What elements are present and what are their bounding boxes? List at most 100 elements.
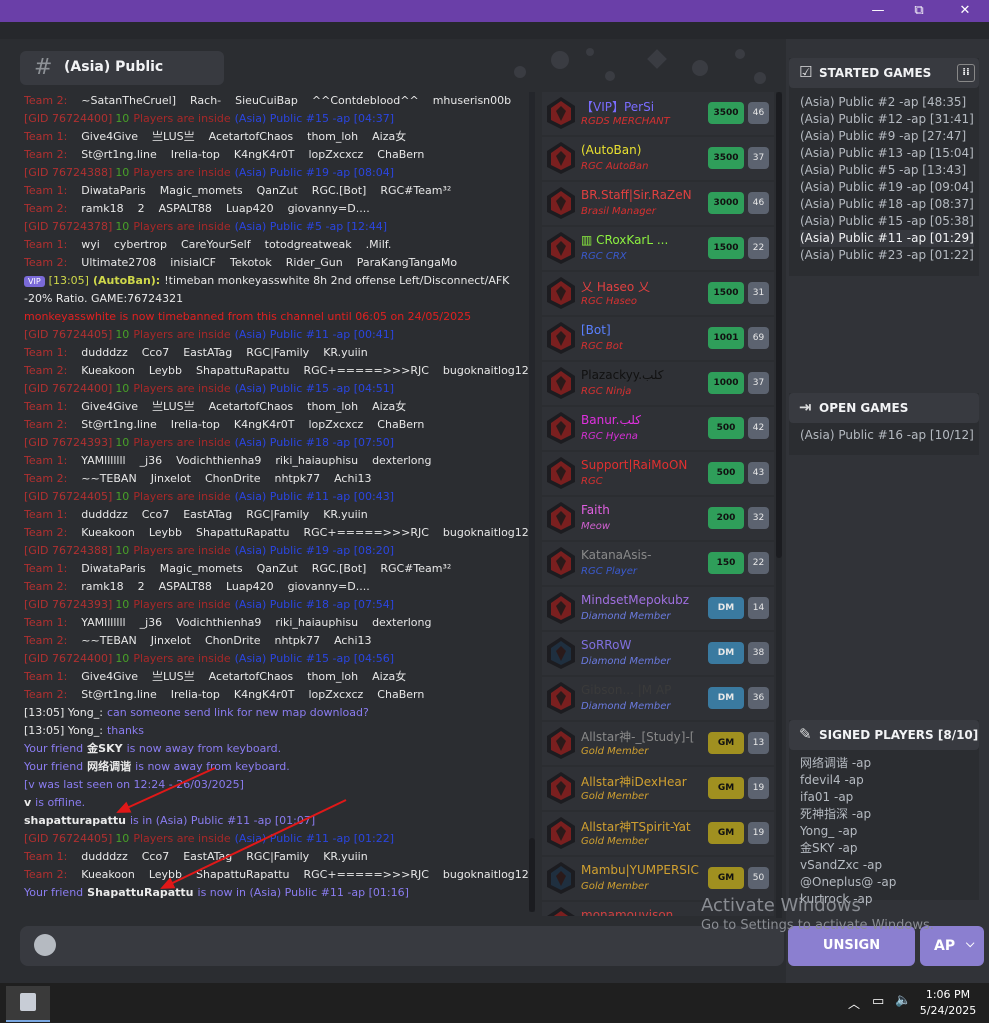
player-name[interactable]: RGC+=====>>>RJC (304, 364, 429, 377)
game-name[interactable]: (Asia) Public #15 -ap [04:37] (235, 112, 394, 125)
player-name[interactable]: totodgreatweak (265, 238, 352, 251)
player-name[interactable]: DiwataParis (81, 184, 146, 197)
taskbar-app-button[interactable] (6, 986, 50, 1022)
player-name[interactable]: nhtpk77 (274, 472, 320, 485)
player-name[interactable]: Vodichthienha9 (176, 616, 261, 629)
player-name[interactable]: 亗LUS亗 (152, 670, 195, 683)
player-name[interactable]: K4ngK4r0T (234, 418, 295, 431)
player-name[interactable]: ChaBern (377, 418, 424, 431)
player-name[interactable]: Ultimate2708 (81, 256, 156, 269)
player-name[interactable]: .Milf. (366, 238, 392, 251)
player-name[interactable]: dexterlong (372, 454, 431, 467)
game-name[interactable]: (Asia) Public #19 -ap [08:20] (235, 544, 394, 557)
player-row[interactable]: MindsetMepokubz Diamond Member DM 14 (542, 587, 774, 630)
game-name[interactable]: (Asia) Public #15 -ap [04:56] (235, 652, 394, 665)
player-name[interactable]: ChonDrite (205, 634, 260, 647)
player-row[interactable]: Allstar神TSpirit-Yat Gold Member GM 19 (542, 812, 774, 855)
player-name[interactable]: K4ngK4r0T (234, 688, 295, 701)
friend-name[interactable]: 金SKY (87, 742, 122, 755)
player-name[interactable]: Jinxelot (151, 472, 191, 485)
player-name[interactable]: Cco7 (142, 346, 169, 359)
player-scroll-thumb[interactable] (776, 92, 782, 558)
player-name[interactable]: 2 (138, 580, 145, 593)
player-name[interactable]: thom_loh (307, 400, 358, 413)
player-name[interactable]: bugoknaitlog123 (443, 364, 534, 377)
friend-name[interactable]: v (24, 796, 31, 809)
player-name[interactable]: lopZxcxcz (308, 418, 363, 431)
player-name[interactable]: giovanny=D.... (288, 580, 370, 593)
player-name[interactable]: Leybb (149, 526, 182, 539)
player-name[interactable]: thom_loh (307, 670, 358, 683)
player-list[interactable]: 【VIP】PerSi RGDS MERCHANT 3500 46 (AutoBan) RG… (542, 92, 774, 916)
player-name[interactable]: ~SatanTheCruel] (81, 94, 176, 107)
player-name[interactable]: Rider_Gun (286, 256, 343, 269)
player-name[interactable]: cybertrop (114, 238, 167, 251)
player-name[interactable]: mhuserisn00b (433, 94, 511, 107)
close-button[interactable]: ✕ (943, 0, 987, 22)
chat-scroll-thumb[interactable] (529, 838, 535, 912)
player-name[interactable]: Vodichthienha9 (176, 454, 261, 467)
player-name[interactable]: Cco7 (142, 508, 169, 521)
player-name[interactable]: Aiza女 (372, 670, 406, 683)
player-row[interactable]: Gibson... |M AP Diamond Member DM 36 (542, 677, 774, 720)
minimize-button[interactable]: — (856, 0, 900, 22)
player-name[interactable]: ~~TEBAN (81, 634, 136, 647)
player-row[interactable]: Allstar神-_[Study]-[Gold Member GM 13 (542, 722, 774, 765)
player-row[interactable]: [Bot] RGC Bot 1001 69 (542, 317, 774, 360)
player-name[interactable]: Magic_momets (160, 184, 243, 197)
player-name[interactable]: ~~TEBAN (81, 472, 136, 485)
player-name[interactable]: _j36 (140, 454, 163, 467)
player-name[interactable]: RGC#Team³² (380, 562, 451, 575)
player-name[interactable]: CareYourSelf (181, 238, 251, 251)
player-name[interactable]: ChaBern (377, 688, 424, 701)
player-name[interactable]: 亗LUS亗 (152, 400, 195, 413)
player-name[interactable]: Luap420 (226, 580, 274, 593)
game-name[interactable]: (Asia) Public #5 -ap [12:44] (235, 220, 387, 233)
player-row[interactable]: 【VIP】PerSi RGDS MERCHANT 3500 46 (542, 92, 774, 135)
player-name[interactable]: Give4Give (81, 400, 138, 413)
player-name[interactable]: Give4Give (81, 670, 138, 683)
collapse-icon[interactable]: ⁞⁞ (957, 64, 975, 82)
player-name[interactable]: ChaBern (377, 148, 424, 161)
player-name[interactable]: bugoknaitlog123 (443, 868, 534, 881)
volume-icon[interactable]: 🔈 (895, 993, 911, 1008)
player-name[interactable]: Aiza女 (372, 130, 406, 143)
player-name[interactable]: Irelia-top (171, 418, 220, 431)
player-row[interactable]: SoRRoW Diamond Member DM 38 (542, 632, 774, 675)
player-name[interactable]: nhtpk77 (274, 634, 320, 647)
player-name[interactable]: RGC.[Bot] (312, 562, 367, 575)
signed-item[interactable]: 网络调谐 -ap (800, 755, 896, 772)
player-row[interactable]: (AutoBan) RGC AutoBan 3500 37 (542, 137, 774, 180)
player-name[interactable]: dudddzz (81, 508, 127, 521)
player-name[interactable]: RGC|Family (246, 508, 309, 521)
player-name[interactable]: QanZut (257, 562, 298, 575)
started-item[interactable]: (Asia) Public #12 -ap [31:41] (800, 111, 974, 128)
player-name[interactable]: Irelia-top (171, 688, 220, 701)
player-row[interactable]: Allstar神iDexHear Gold Member GM 19 (542, 767, 774, 810)
restore-button[interactable]: ⧉ (897, 0, 941, 22)
player-name[interactable]: St@rt1ng.line (81, 688, 156, 701)
player-name[interactable]: YAMlllllll (81, 454, 125, 467)
player-name[interactable]: ramk18 (81, 202, 123, 215)
player-name[interactable]: ^^Contdeblood^^ (312, 94, 419, 107)
player-name[interactable]: lopZxcxcz (308, 688, 363, 701)
signed-item[interactable]: ifa01 -ap (800, 789, 896, 806)
started-item[interactable]: (Asia) Public #11 -ap [01:29] (800, 230, 974, 247)
started-item[interactable]: (Asia) Public #19 -ap [09:04] (800, 179, 974, 196)
player-name[interactable]: _j36 (140, 616, 163, 629)
player-name[interactable]: Leybb (149, 364, 182, 377)
player-name[interactable]: lopZxcxcz (308, 148, 363, 161)
player-name[interactable]: RGC.[Bot] (312, 184, 367, 197)
player-name[interactable]: St@rt1ng.line (81, 148, 156, 161)
player-name[interactable]: KR.yuiin (323, 508, 368, 521)
player-name[interactable]: RGC+=====>>>RJC (304, 526, 429, 539)
player-name[interactable]: ParaKangTangaMo (357, 256, 457, 269)
player-name[interactable]: Irelia-top (171, 148, 220, 161)
player-name[interactable]: giovanny=D.... (288, 202, 370, 215)
player-name[interactable]: Rach- (190, 94, 221, 107)
started-item[interactable]: (Asia) Public #13 -ap [15:04] (800, 145, 974, 162)
player-name[interactable]: AcetartofChaos (209, 670, 294, 683)
signed-item[interactable]: @Oneplus@ -ap (800, 874, 896, 891)
player-name[interactable]: Kueakoon (81, 526, 135, 539)
signed-item[interactable]: 金SKY -ap (800, 840, 896, 857)
